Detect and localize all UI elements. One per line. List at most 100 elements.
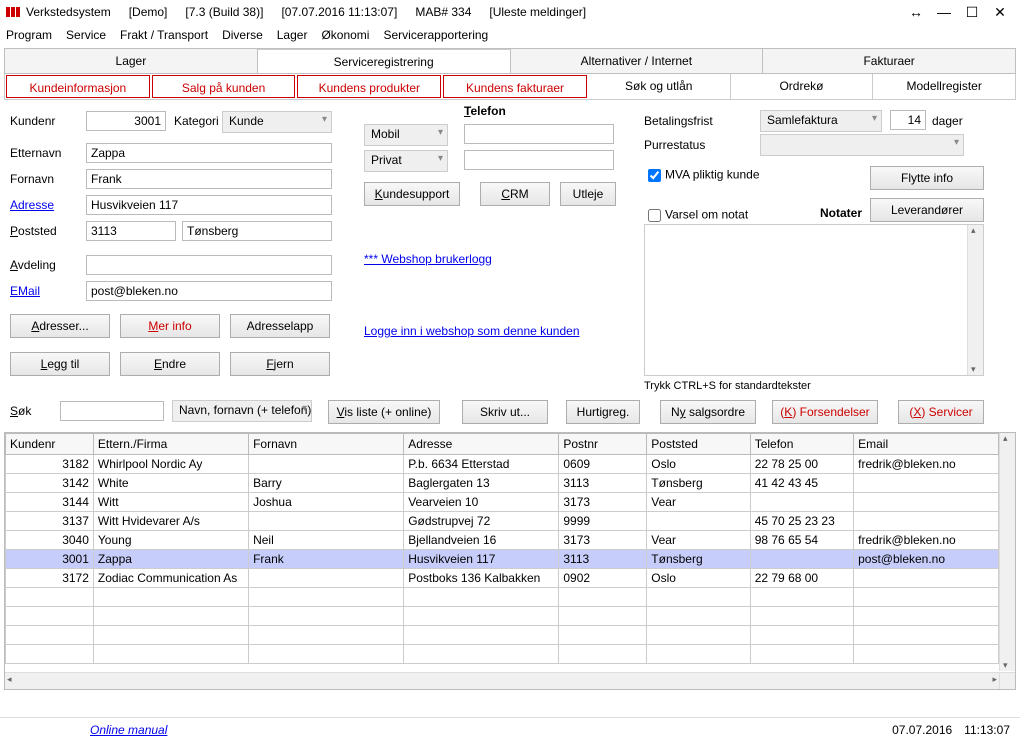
select-kategori[interactable]: Kunde [222,111,332,133]
select-betalingsfrist[interactable]: Samlefaktura [760,110,882,132]
title-msgs: [Uleste meldinger] [489,5,586,19]
table-cell: 22 79 68 00 [750,569,853,588]
tab-ordreko[interactable]: Ordrekø [731,74,874,99]
table-row[interactable]: 3142WhiteBarryBaglergaten 133113Tønsberg… [6,474,999,493]
tab-lager[interactable]: Lager [5,49,258,73]
button-adresser[interactable]: Adresser... [10,314,110,338]
link-email[interactable]: EMail [10,284,40,298]
restore-width-icon[interactable]: ↔ [902,4,930,20]
col-kundenr[interactable]: Kundenr [6,434,94,455]
table-row[interactable]: 3144WittJoshuaVearveien 103173Vear [6,493,999,512]
button-leverandorer[interactable]: Leverandører [870,198,984,222]
button-endre[interactable]: Endre [120,352,220,376]
col-postnr[interactable]: Postnr [559,434,647,455]
input-betalingsfrist-dager[interactable] [890,110,926,130]
menu-diverse[interactable]: Diverse [222,28,263,42]
grid-scroll-corner [999,672,1015,689]
input-fornavn[interactable] [86,169,332,189]
button-legg-til[interactable]: Legg til [10,352,110,376]
col-ettern[interactable]: Ettern./Firma [93,434,248,455]
notater-scrollbar[interactable] [967,225,983,375]
tab-serviceregistrering[interactable]: Serviceregistrering [258,49,511,73]
menu-lager[interactable]: Lager [277,28,308,42]
col-fornavn[interactable]: Fornavn [249,434,404,455]
select-telefon-type2[interactable]: Privat [364,150,448,172]
checkbox-mva-input[interactable] [648,169,661,182]
input-poststed[interactable] [182,221,332,241]
input-kundenr[interactable] [86,111,166,131]
tab-sok-og-utlan[interactable]: Søk og utlån [588,74,731,99]
button-ny-salgsordre[interactable]: Ny salgsordre [660,400,756,424]
col-poststed[interactable]: Poststed [647,434,750,455]
link-login-webshop[interactable]: Logge inn i webshop som denne kunden [364,324,580,338]
grid-vertical-scrollbar[interactable] [999,433,1015,671]
tab-alternativer[interactable]: Alternativer / Internet [511,49,764,73]
button-flytte-info[interactable]: Flytte info [870,166,984,190]
input-postnr[interactable] [86,221,176,241]
table-row[interactable]: 3172Zodiac Communication AsPostboks 136 … [6,569,999,588]
grid-horizontal-scrollbar[interactable] [5,672,999,689]
input-avdeling[interactable] [86,255,332,275]
close-button[interactable]: ✕ [986,4,1014,21]
table-row[interactable] [6,588,999,607]
checkbox-varsel-input[interactable] [648,209,661,222]
button-servicer[interactable]: (X) Servicer [898,400,984,424]
table-cell [249,626,404,645]
table-row[interactable] [6,607,999,626]
select-purrestatus[interactable] [760,134,964,156]
button-forsendelser[interactable]: (K) Forsendelser [772,400,878,424]
title-demo: [Demo] [129,5,168,19]
button-hurtigreg[interactable]: Hurtigreg. [566,400,640,424]
input-adresse[interactable] [86,195,332,215]
input-email[interactable] [86,281,332,301]
menu-servicerapportering[interactable]: Servicerapportering [383,28,488,42]
tab-salg-pa-kunden[interactable]: Salg på kunden [152,75,296,98]
button-kundesupport[interactable]: Kundesupport [364,182,460,206]
table-row[interactable]: 3001ZappaFrankHusvikveien 1173113Tønsber… [6,550,999,569]
input-telefon2[interactable] [464,150,614,170]
tab-kundens-produkter[interactable]: Kundens produkter [297,75,441,98]
table-row[interactable]: 3040YoungNeilBjellandveien 163173Vear98 … [6,531,999,550]
table-row[interactable] [6,645,999,664]
table-cell: Husvikveien 117 [404,550,559,569]
checkbox-varsel[interactable]: Varsel om notat [644,206,748,225]
status-time: 11:13:07 [964,723,1010,737]
input-telefon1[interactable] [464,124,614,144]
button-fjern[interactable]: Fjern [230,352,330,376]
button-crm[interactable]: CRM [480,182,550,206]
link-webshop-brukerlogg[interactable]: *** Webshop brukerlogg [364,252,492,266]
checkbox-mva[interactable]: MVA pliktig kunde [644,166,760,185]
link-adresse[interactable]: Adresse [10,198,54,212]
maximize-button[interactable]: ☐ [958,4,986,21]
label-fornavn: Fornavn [10,172,54,186]
label-kategori: Kategori [174,114,219,128]
menu-okonomi[interactable]: Økonomi [321,28,369,42]
button-utleje[interactable]: Utleje [560,182,616,206]
tab-kundens-fakturaer[interactable]: Kundens fakturaer [443,75,587,98]
tab-fakturaer[interactable]: Fakturaer [763,49,1015,73]
col-telefon[interactable]: Telefon [750,434,853,455]
input-sok[interactable] [60,401,164,421]
input-etternavn[interactable] [86,143,332,163]
button-vis-liste[interactable]: Vis liste (+ online) [328,400,440,424]
tab-kundeinformasjon[interactable]: Kundeinformasjon [6,75,150,98]
table-row[interactable]: 3182Whirlpool Nordic AyP.b. 6634 Etterst… [6,455,999,474]
button-skriv-ut[interactable]: Skriv ut... [462,400,548,424]
button-mer-info[interactable]: Mer info [120,314,220,338]
select-sok-type[interactable]: Navn, fornavn (+ telefon) [172,400,312,422]
tab-modellregister[interactable]: Modellregister [873,74,1015,99]
textarea-notater[interactable] [644,224,984,376]
select-telefon-type1[interactable]: Mobil [364,124,448,146]
menu-service[interactable]: Service [66,28,106,42]
table-cell: 0902 [559,569,647,588]
minimize-button[interactable]: — [930,4,958,20]
col-adresse[interactable]: Adresse [404,434,559,455]
link-online-manual[interactable]: Online manual [90,723,167,737]
label-standardtekster: Trykk CTRL+S for standardtekster [644,380,811,392]
menu-frakt[interactable]: Frakt / Transport [120,28,208,42]
col-email[interactable]: Email [854,434,999,455]
table-row[interactable]: 3137Witt Hvidevarer A/sGødstrupvej 72999… [6,512,999,531]
menu-program[interactable]: Program [6,28,52,42]
button-adresselapp[interactable]: Adresselapp [230,314,330,338]
table-row[interactable] [6,626,999,645]
